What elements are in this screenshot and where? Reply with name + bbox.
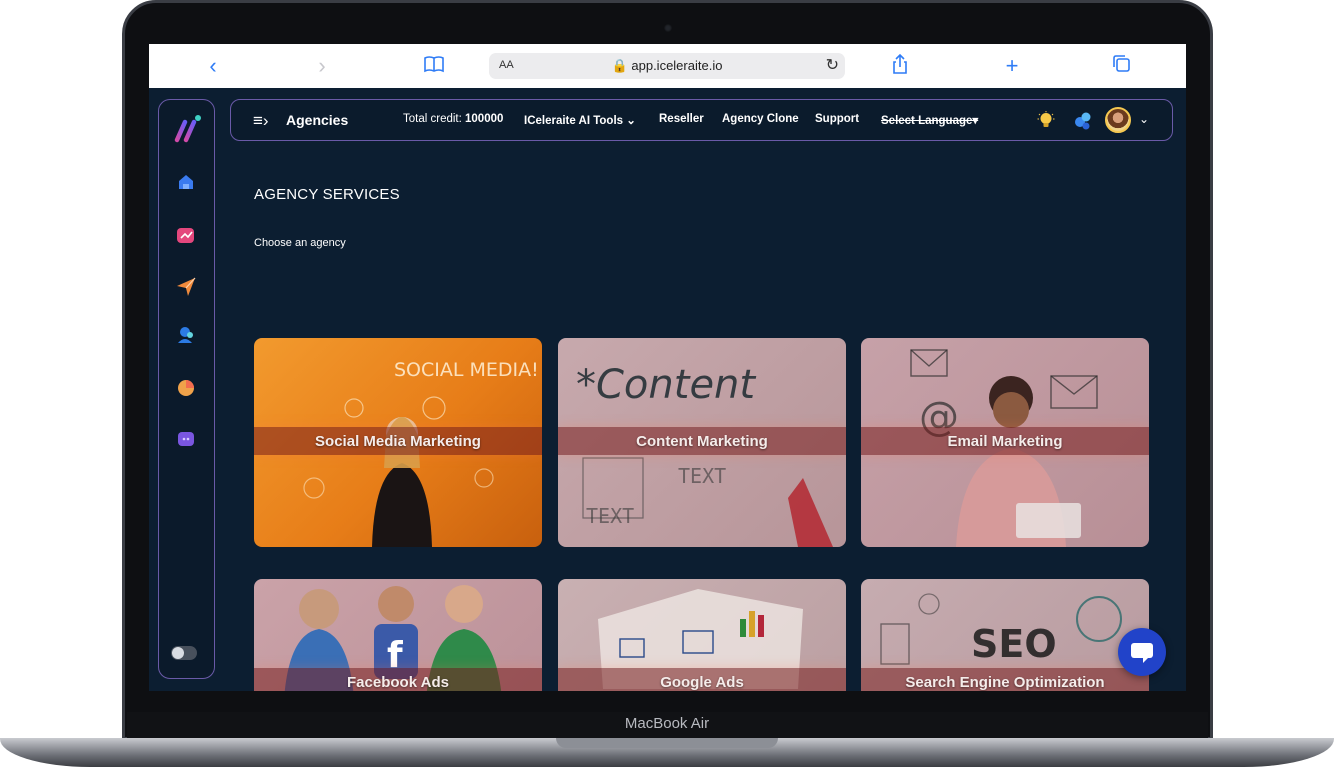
nav-agency-clone[interactable]: Agency Clone xyxy=(722,113,799,125)
chevron-down-icon[interactable]: ⌄ xyxy=(1139,112,1149,126)
card-label: Google Ads xyxy=(660,674,744,691)
top-bar: ≡› Agencies Total credit: 100000 ICelera… xyxy=(230,99,1173,141)
credit-value: 100000 xyxy=(465,113,504,125)
pie-chart-icon[interactable] xyxy=(175,376,197,398)
theme-toggle[interactable] xyxy=(171,646,197,660)
card-label: Social Media Marketing xyxy=(315,433,481,450)
page-title: Agencies xyxy=(286,112,349,128)
chevron-down-icon: ⌄ xyxy=(626,115,636,127)
url-text: 🔒 app.iceleraite.io xyxy=(489,58,845,74)
page-subheading: Choose an agency xyxy=(254,237,346,249)
forward-icon[interactable]: › xyxy=(309,53,335,79)
card-email-marketing[interactable]: @ Email Marketing xyxy=(861,338,1149,547)
reload-icon[interactable]: ↻ xyxy=(826,55,839,75)
nav-ai-tools[interactable]: ICeleraite AI Tools ⌄ xyxy=(524,113,636,127)
card-label: Content Marketing xyxy=(636,433,768,450)
page-heading: AGENCY SERVICES xyxy=(254,186,400,203)
sidebar xyxy=(158,99,215,679)
card-google-ads[interactable]: Google Ads xyxy=(558,579,846,691)
card-label: Facebook Ads xyxy=(347,674,449,691)
agency-grid: SOCIAL MEDIA! Social Media Marketing *Co… xyxy=(254,338,1149,691)
card-label: Email Marketing xyxy=(947,433,1063,450)
svg-text:*Content: *Content xyxy=(576,362,756,408)
total-credit: Total credit: 100000 xyxy=(403,113,503,125)
nav-reseller[interactable]: Reseller xyxy=(659,113,704,125)
avatar[interactable] xyxy=(1105,107,1131,133)
language-select[interactable]: Select Language▾ xyxy=(881,113,978,127)
chat-button[interactable] xyxy=(1118,628,1166,676)
svg-text:SEO: SEO xyxy=(971,622,1057,666)
bookmarks-icon[interactable] xyxy=(421,53,447,79)
svg-text:TEXT: TEXT xyxy=(586,504,634,528)
app-logo[interactable] xyxy=(171,112,203,144)
camera xyxy=(664,24,672,32)
tabs-icon[interactable] xyxy=(1109,53,1135,79)
send-icon[interactable] xyxy=(175,276,197,298)
nav-support[interactable]: Support xyxy=(815,113,859,125)
card-label: Search Engine Optimization xyxy=(905,674,1105,691)
lightbulb-icon[interactable] xyxy=(1037,111,1055,129)
card-search-engine-optimization[interactable]: SEO Search Engine Optimization xyxy=(861,579,1149,691)
back-icon[interactable]: ‹ xyxy=(200,53,226,79)
nav-ai-tools-label: ICeleraite AI Tools xyxy=(524,115,624,127)
screen: ‹ › AA 🔒 app.iceleraite.io ↻ + ≡› Agenci… xyxy=(149,44,1186,691)
svg-text:TEXT: TEXT xyxy=(678,464,726,488)
browser-toolbar: ‹ › AA 🔒 app.iceleraite.io ↻ + xyxy=(149,44,1186,88)
card-facebook-ads[interactable]: f Facebook Ads xyxy=(254,579,542,691)
card-content-marketing[interactable]: *Content TEXT TEXT Content Marketing xyxy=(558,338,846,547)
laptop-notch xyxy=(556,738,778,748)
dashboard-icon[interactable] xyxy=(175,172,197,194)
analytics-icon[interactable] xyxy=(175,224,197,246)
new-tab-icon[interactable]: + xyxy=(999,53,1025,79)
app: ≡› Agencies Total credit: 100000 ICelera… xyxy=(149,88,1186,691)
lock-icon: 🔒 xyxy=(611,58,628,73)
svg-text:SOCIAL MEDIA!: SOCIAL MEDIA! xyxy=(394,359,539,381)
address-bar[interactable]: AA 🔒 app.iceleraite.io ↻ xyxy=(489,53,845,79)
card-social-media-marketing[interactable]: SOCIAL MEDIA! Social Media Marketing xyxy=(254,338,542,547)
cube-icon[interactable] xyxy=(175,428,197,450)
url-value: app.iceleraite.io xyxy=(631,58,723,73)
users-icon[interactable] xyxy=(175,324,197,346)
device-label: MacBook Air xyxy=(624,715,710,732)
share-network-icon[interactable] xyxy=(1073,111,1093,131)
share-icon[interactable] xyxy=(887,53,913,79)
menu-toggle-icon[interactable]: ≡› xyxy=(253,111,269,131)
credit-label: Total credit: xyxy=(403,113,462,125)
